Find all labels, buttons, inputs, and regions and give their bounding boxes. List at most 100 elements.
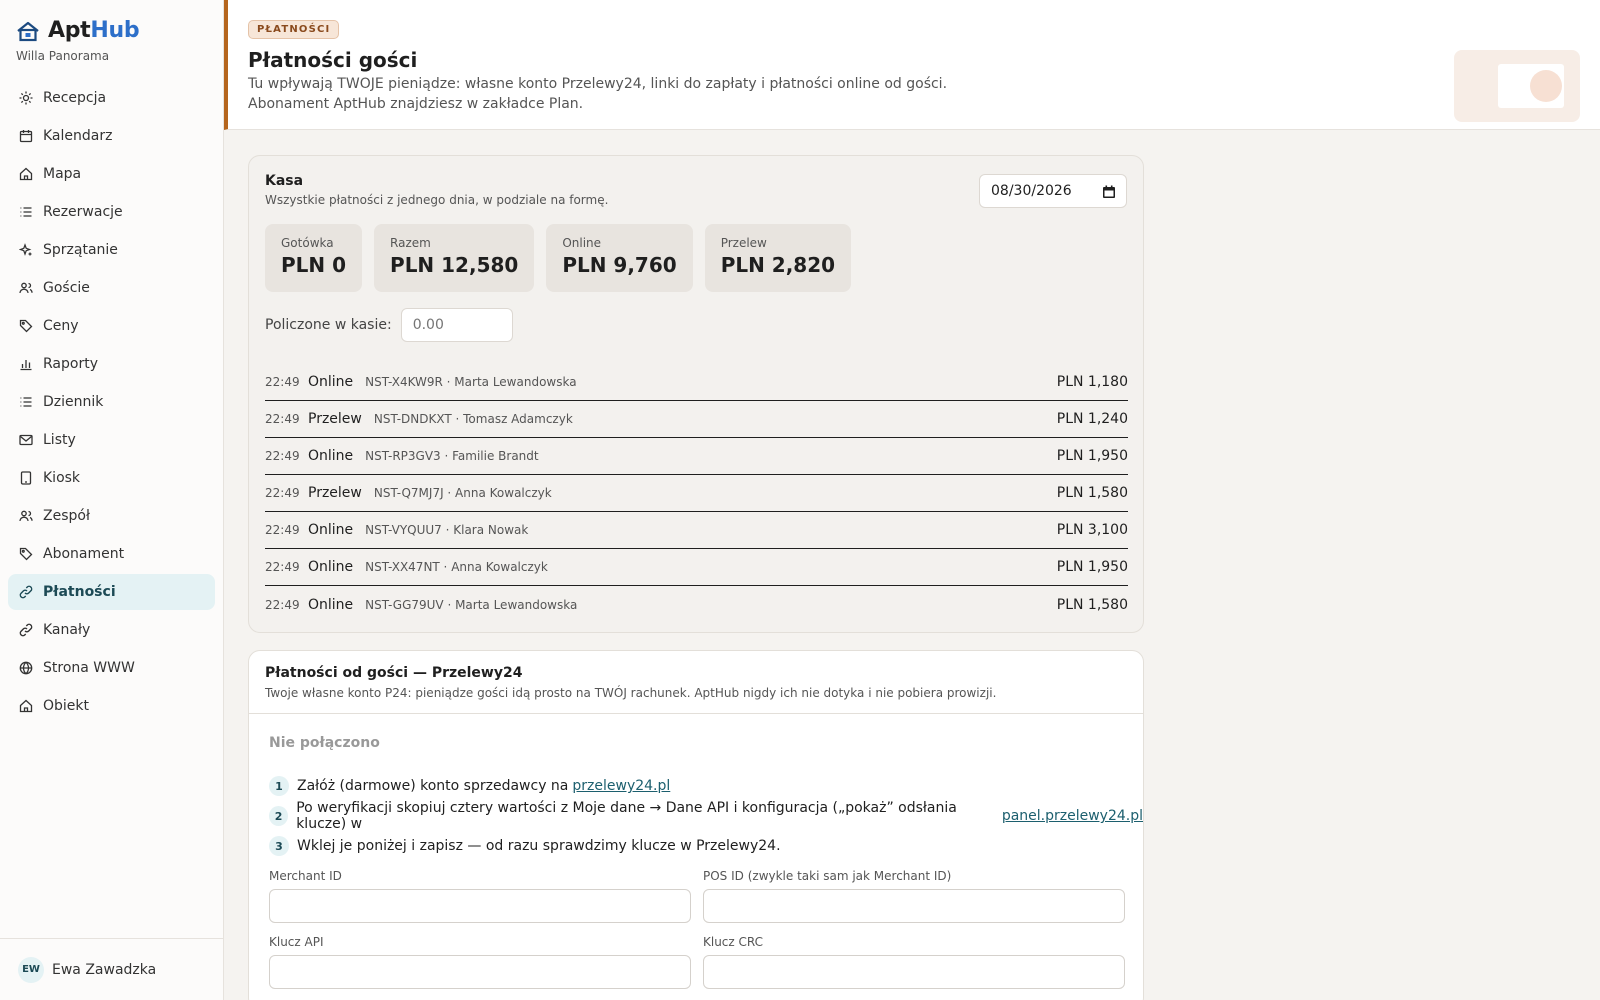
step-number: 2 — [269, 806, 289, 826]
counted-cash-input[interactable] — [400, 308, 513, 342]
link-icon — [19, 623, 33, 637]
sidebar-item-goście[interactable]: Goście — [8, 270, 215, 306]
payment-amount: PLN 1,950 — [1056, 559, 1128, 575]
payment-row[interactable]: 22:49 Online NST-RP3GV3 · Familie Brandt PL… — [265, 438, 1128, 475]
counted-cash: Policzone w kasie: — [265, 308, 513, 342]
card-title: Płatności od gości — Przelewy24 — [265, 665, 523, 681]
users-icon — [19, 509, 33, 523]
stat-label: Razem — [390, 236, 431, 250]
stat-label: Gotówka — [281, 236, 334, 250]
stat-value: PLN 9,760 — [562, 253, 677, 277]
globe-icon — [19, 661, 33, 675]
step-link[interactable]: panel.przelewy24.pl — [1002, 808, 1143, 824]
payment-row[interactable]: 22:49 Przelew NST-DNDKXT · Tomasz Adamczyk… — [265, 401, 1128, 438]
payment-summary: Gotówka PLN 0 Razem PLN 12,580 Online PLN 9,7… — [265, 224, 863, 292]
stat-label: Online — [562, 236, 602, 250]
brand-name: AptHub — [48, 18, 140, 43]
sidebar-item-rezerwacje[interactable]: Rezerwacje — [8, 194, 215, 230]
stat-tile: Online PLN 9,760 — [546, 224, 693, 292]
payment-reference: NST-X4KW9R · Marta Lewandowska — [365, 375, 577, 389]
sun-icon — [19, 91, 33, 105]
sidebar-item-recepcja[interactable]: Recepcja — [8, 80, 215, 116]
sidebar-item-label: Listy — [43, 432, 76, 448]
merchant-id-field: Merchant ID — [269, 869, 691, 923]
sidebar-item-raporty[interactable]: Raporty — [8, 346, 215, 382]
payment-row[interactable]: 22:49 Przelew NST-Q7MJ7J · Anna Kowalczyk P… — [265, 475, 1128, 512]
avatar: EW — [18, 956, 44, 983]
payment-reference: NST-GG79UV · Marta Lewandowska — [365, 597, 578, 612]
sidebar-item-label: Recepcja — [43, 90, 107, 106]
stat-tile: Gotówka PLN 0 — [265, 224, 363, 292]
calendar-icon[interactable] — [1102, 185, 1116, 199]
payment-amount: PLN 1,180 — [1056, 374, 1128, 390]
tag-icon — [19, 547, 33, 561]
sidebar-item-label: Ceny — [43, 318, 79, 334]
calendar-icon — [19, 129, 33, 143]
sidebar-item-kiosk[interactable]: Kiosk — [8, 460, 215, 496]
pos-id-field: POS ID (zwykle taki sam jak Merchant ID) — [703, 869, 1125, 923]
step-number: 3 — [269, 836, 289, 856]
brand-logo[interactable]: AptHub — [16, 18, 140, 43]
sidebar-item-płatności[interactable]: Płatności — [8, 574, 215, 610]
payment-amount: PLN 1,580 — [1056, 485, 1128, 501]
sidebar-item-strona-www[interactable]: Strona WWW — [8, 650, 215, 686]
step-text: Załóż (darmowe) konto sprzedawcy na — [297, 778, 569, 794]
card-subtitle: Twoje własne konto P24: pieniądze gości … — [265, 686, 997, 700]
payment-time: 22:49 — [265, 560, 300, 574]
payment-method: Online — [308, 596, 354, 613]
sidebar-item-label: Kiosk — [43, 470, 81, 486]
payment-method: Online — [308, 374, 354, 390]
payment-time: 22:49 — [265, 412, 300, 426]
user-name: Ewa Zawadzka — [52, 961, 157, 978]
field-label: Merchant ID — [269, 869, 342, 883]
payment-time: 22:49 — [265, 597, 300, 612]
users-icon — [19, 281, 33, 295]
sidebar-nav: Recepcja Kalendarz Mapa Rezerwacje Sprzątani… — [8, 80, 215, 726]
home-icon — [19, 167, 33, 181]
sidebar-item-label: Sprzątanie — [43, 242, 118, 258]
sidebar-item-dziennik[interactable]: Dziennik — [8, 384, 215, 420]
api-key-input[interactable] — [269, 955, 691, 989]
stat-label: Przelew — [720, 236, 767, 250]
p24-card-header: Płatności od gości — Przelewy24 Twoje wł… — [249, 651, 1143, 714]
field-label: POS ID (zwykle taki sam jak Merchant ID) — [703, 869, 952, 883]
step-link[interactable]: przelewy24.pl — [572, 778, 670, 794]
page-header: PŁATNOŚCI Płatności gości Tu wpływają TW… — [224, 0, 1600, 130]
payment-row[interactable]: 22:49 Online NST-X4KW9R · Marta Lewandowsk… — [265, 364, 1128, 401]
page-description-line: Abonament AptHub znajdziesz w zakładce P… — [248, 96, 584, 112]
merchant-id-input[interactable] — [269, 889, 691, 923]
page-title: Płatności gości — [248, 48, 418, 72]
sidebar-item-label: Raporty — [43, 356, 98, 372]
user-menu[interactable]: EW Ewa Zawadzka — [0, 938, 224, 1000]
sidebar-item-listy[interactable]: Listy — [8, 422, 215, 458]
p24-card: Płatności od gości — Przelewy24 Twoje wł… — [248, 650, 1144, 1000]
sidebar-item-ceny[interactable]: Ceny — [8, 308, 215, 344]
sidebar-item-label: Dziennik — [43, 394, 104, 410]
sidebar-item-zespół[interactable]: Zespół — [8, 498, 215, 534]
crc-key-input[interactable] — [703, 955, 1125, 989]
setup-step: 3 Wklej je poniżej i zapisz — od razu spr… — [269, 831, 1143, 861]
sidebar-item-abonament[interactable]: Abonament — [8, 536, 215, 572]
sidebar-item-kanały[interactable]: Kanały — [8, 612, 215, 648]
payment-amount: PLN 1,950 — [1056, 448, 1128, 464]
payment-row[interactable]: 22:49 Online NST-GG79UV · Marta Lewandowsk… — [265, 586, 1128, 623]
payment-row[interactable]: 22:49 Online NST-XX47NT · Anna Kowalczyk PL… — [265, 549, 1128, 586]
field-label: Klucz API — [269, 935, 324, 949]
payment-row[interactable]: 22:49 Online NST-VYQUU7 · Klara Nowak PLN 3… — [265, 512, 1128, 549]
pos-id-input[interactable] — [703, 889, 1125, 923]
step-text: Wklej je poniżej i zapisz — od razu spra… — [297, 838, 781, 854]
payment-amount: PLN 3,100 — [1056, 522, 1128, 538]
api-key-field: Klucz API — [269, 935, 691, 989]
payment-reference: NST-DNDKXT · Tomasz Adamczyk — [373, 412, 573, 426]
sidebar-item-label: Strona WWW — [43, 660, 135, 676]
sidebar-item-obiekt[interactable]: Obiekt — [8, 688, 215, 724]
mail-icon — [19, 433, 33, 447]
setup-step: 1 Załóż (darmowe) konto sprzedawcy na prze… — [269, 771, 1143, 801]
date-picker[interactable]: 08/30/2026 — [979, 174, 1127, 208]
field-label: Klucz CRC — [703, 935, 764, 949]
sidebar-item-mapa[interactable]: Mapa — [8, 156, 215, 192]
sidebar-item-kalendarz[interactable]: Kalendarz — [8, 118, 215, 154]
sidebar-item-label: Obiekt — [43, 698, 90, 714]
sidebar-item-sprzątanie[interactable]: Sprzątanie — [8, 232, 215, 268]
sidebar-item-label: Płatności — [43, 584, 116, 600]
